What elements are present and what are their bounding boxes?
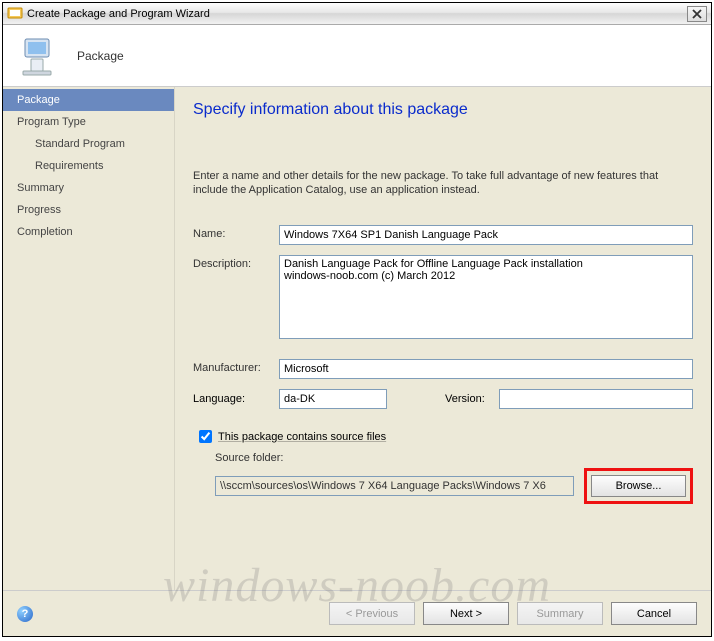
source-folder-label: Source folder: (193, 452, 693, 464)
step-requirements[interactable]: Requirements (3, 155, 174, 177)
step-progress[interactable]: Progress (3, 199, 174, 221)
body: Package Program Type Standard Program Re… (3, 87, 711, 590)
app-icon (7, 6, 23, 22)
help-icon[interactable]: ? (17, 606, 33, 622)
row-name: Name: (193, 225, 693, 245)
header-label: Package (77, 49, 124, 63)
language-input[interactable] (279, 389, 387, 409)
description-label: Description: (193, 255, 279, 270)
browse-button[interactable]: Browse... (591, 475, 686, 497)
close-button[interactable] (687, 6, 707, 22)
previous-button: < Previous (329, 602, 415, 625)
version-input[interactable] (499, 389, 693, 409)
step-completion[interactable]: Completion (3, 221, 174, 243)
contains-source-checkbox[interactable] (199, 430, 212, 443)
browse-highlight: Browse... (584, 468, 693, 504)
step-standard-program[interactable]: Standard Program (3, 133, 174, 155)
cancel-button[interactable]: Cancel (611, 602, 697, 625)
step-package[interactable]: Package (3, 89, 174, 111)
intro-text: Enter a name and other details for the n… (193, 169, 693, 197)
contains-source-label: This package contains source files (218, 431, 386, 443)
content-panel: Specify information about this package E… (175, 87, 711, 590)
row-source-folder: Browse... (193, 468, 693, 504)
row-language-version: Language: Version: (193, 389, 693, 409)
version-label: Version: (445, 393, 485, 405)
page-heading: Specify information about this package (193, 101, 693, 119)
name-label: Name: (193, 225, 279, 240)
titlebar: Create Package and Program Wizard (3, 3, 711, 25)
manufacturer-input[interactable] (279, 359, 693, 379)
name-input[interactable] (279, 225, 693, 245)
summary-button: Summary (517, 602, 603, 625)
language-label: Language: (193, 393, 279, 405)
source-folder-input[interactable] (215, 476, 574, 496)
header-band: Package (3, 25, 711, 87)
row-manufacturer: Manufacturer: (193, 359, 693, 379)
footer: ? < Previous Next > Summary Cancel (3, 590, 711, 636)
package-icon (19, 35, 59, 77)
row-source-checkbox: This package contains source files (193, 427, 693, 446)
row-description: Description: Danish Language Pack for Of… (193, 255, 693, 339)
next-button[interactable]: Next > (423, 602, 509, 625)
step-summary[interactable]: Summary (3, 177, 174, 199)
description-textarea[interactable]: Danish Language Pack for Offline Languag… (279, 255, 693, 339)
wizard-steps-sidebar: Package Program Type Standard Program Re… (3, 87, 175, 590)
manufacturer-label: Manufacturer: (193, 359, 279, 374)
window-title: Create Package and Program Wizard (27, 8, 687, 20)
step-program-type[interactable]: Program Type (3, 111, 174, 133)
wizard-window: Create Package and Program Wizard Packag… (2, 2, 712, 637)
